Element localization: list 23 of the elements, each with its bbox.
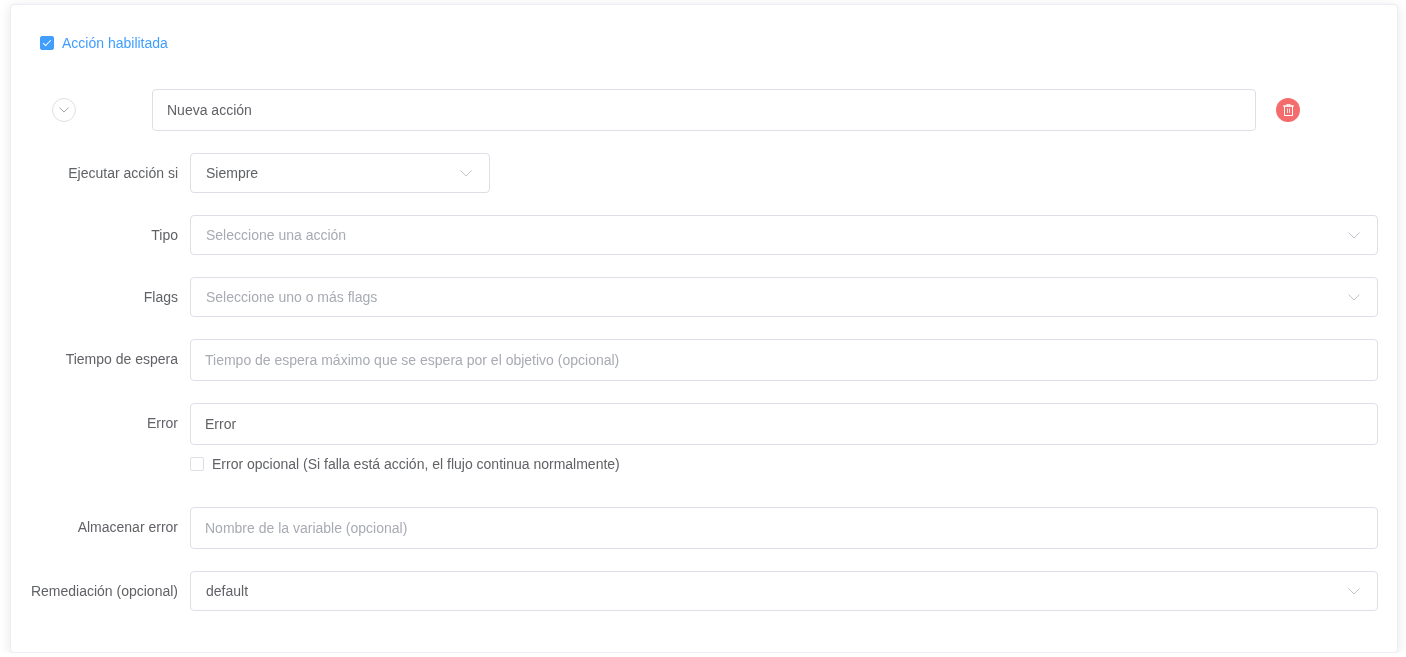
- field-label: Tiempo de espera: [65, 350, 178, 369]
- chevron-down-icon: [460, 169, 472, 177]
- delete-button[interactable]: [1276, 98, 1300, 122]
- chevron-down-icon: [1348, 293, 1360, 301]
- text-field[interactable]: Tiempo de espera máximo que se espera por el objetivo (opcional): [190, 339, 1378, 381]
- name-field[interactable]: Nueva acción: [152, 89, 1256, 131]
- field-label: Ejecutar acción si: [68, 164, 178, 183]
- chevron-down-icon: [1348, 587, 1360, 595]
- chevron-down-icon: [1348, 231, 1360, 239]
- field-label: Almacenar error: [77, 518, 178, 537]
- field-label: Remediación (opcional): [30, 582, 178, 601]
- dropdown[interactable]: default: [190, 571, 1378, 611]
- trash-icon: [1282, 104, 1294, 116]
- chevron-down-icon: [59, 107, 69, 113]
- field-label: Error: [146, 414, 178, 433]
- text-field[interactable]: Nombre de la variable (opcional): [190, 507, 1378, 549]
- text-field[interactable]: Error: [190, 403, 1378, 445]
- field-label: Tipo: [151, 226, 178, 245]
- dropdown[interactable]: Siempre: [190, 153, 490, 193]
- checkbox-label[interactable]: Error opcional (Si falla está acción, el flujo continua normalmente): [212, 454, 620, 474]
- collapse-button[interactable]: [52, 98, 76, 122]
- checkbox[interactable]: [40, 36, 54, 50]
- field-label: Flags: [143, 288, 178, 307]
